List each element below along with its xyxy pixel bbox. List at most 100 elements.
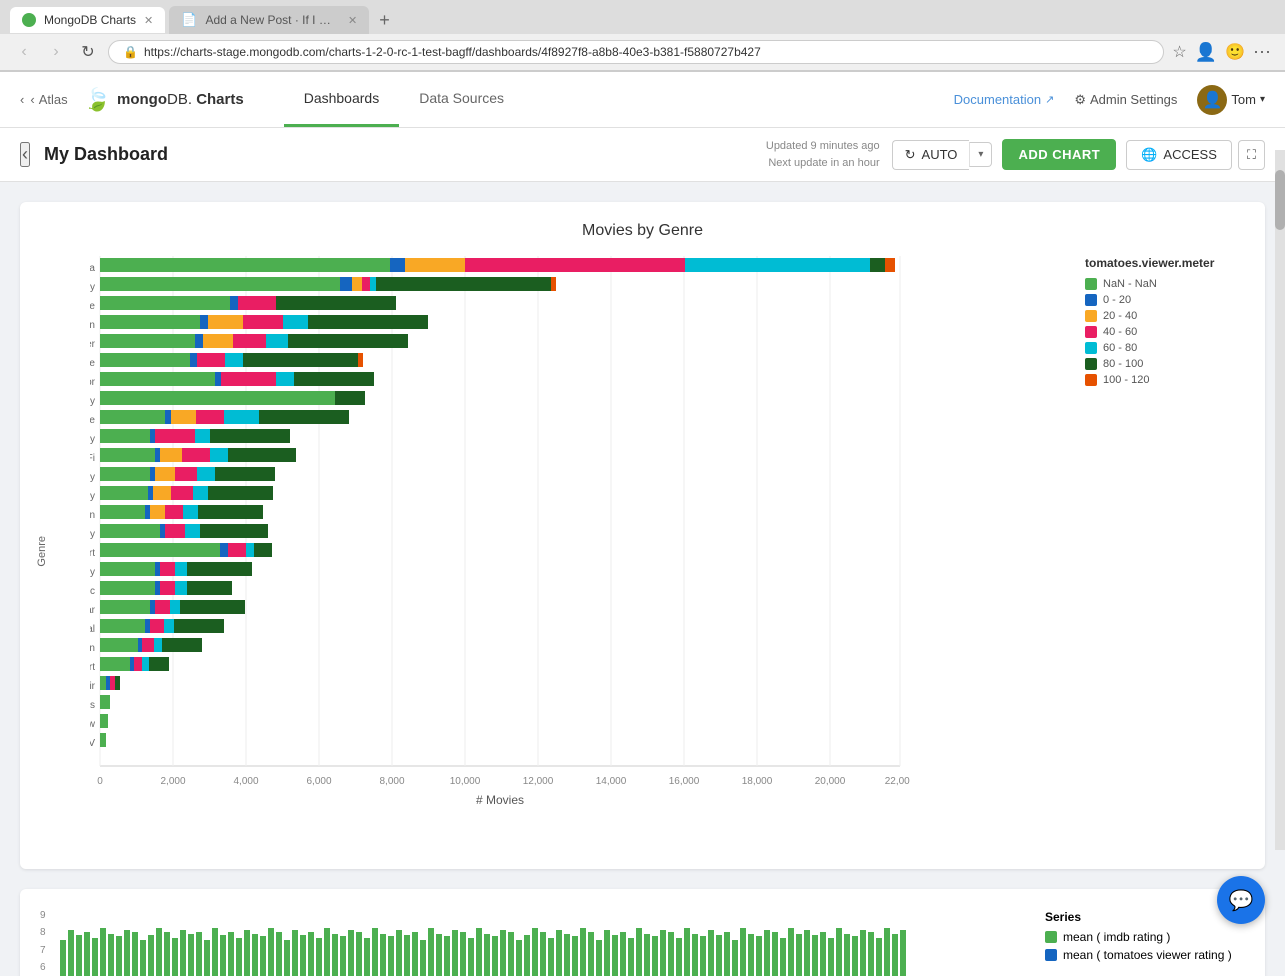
menu-icon[interactable]: ⋯ [1253, 42, 1273, 63]
forward-nav-button[interactable]: › [44, 40, 68, 64]
scrollbar-thumb[interactable] [1275, 170, 1285, 230]
legend-item-100-120: 100 - 120 [1085, 374, 1245, 386]
movies-by-genre-chart: Movies by Genre Genre 0 [20, 202, 1265, 869]
url-bar[interactable]: 🔒 https://charts-stage.mongodb.com/chart… [108, 40, 1164, 64]
svg-text:Western: Western [90, 643, 95, 654]
y-tick-9: 9 [40, 910, 46, 921]
legend-color-0-20 [1085, 294, 1097, 306]
svg-text:22,000: 22,000 [885, 776, 910, 787]
svg-text:4,000: 4,000 [233, 776, 258, 787]
svg-text:# Movies: # Movies [476, 793, 524, 807]
svg-text:12,000: 12,000 [523, 776, 554, 787]
app-header: ‹ Atlas 🍃 mongoDB. Charts Dashboards Dat… [0, 72, 1285, 128]
auto-refresh-dropdown[interactable]: ▾ [969, 142, 992, 167]
nav-tab-datasources[interactable]: Data Sources [399, 72, 524, 127]
next-update: Next update in an hour [766, 155, 880, 172]
tab-doc-icon: 📄 [181, 12, 197, 28]
back-nav-button[interactable]: ‹ [12, 40, 36, 64]
second-chart-bars: 5 6 7 8 9 [40, 905, 1025, 976]
access-button[interactable]: 🌐 ACCESS [1126, 140, 1232, 170]
external-link-icon: ↗ [1045, 93, 1054, 106]
chart-main: Genre 0 2,000 4,000 [40, 256, 1065, 849]
svg-text:Sport: Sport [90, 662, 95, 673]
logo-area: 🍃 mongoDB. Charts [84, 87, 244, 113]
documentation-link[interactable]: Documentation ↗ [954, 92, 1055, 107]
chat-button[interactable]: 💬 [1217, 876, 1265, 924]
legend-item-20-40: 20 - 40 [1085, 310, 1245, 322]
profile-icon[interactable]: 👤 [1195, 42, 1217, 63]
chart-legend: tomatoes.viewer.meter NaN - NaN 0 - 20 2… [1085, 256, 1245, 849]
svg-text:Music: Music [90, 586, 95, 597]
chat-icon: 💬 [1229, 888, 1254, 913]
legend-item-60-80: 60 - 80 [1085, 342, 1245, 354]
back-button[interactable]: ‹ [20, 142, 30, 167]
browser-chrome: MongoDB Charts ✕ 📄 Add a New Post · If I… [0, 0, 1285, 72]
dashboard-content: Movies by Genre Genre 0 [0, 182, 1285, 976]
y-tick-8: 8 [40, 927, 46, 938]
user-avatar: 👤 [1197, 85, 1227, 115]
series-item-imdb: mean ( imdb rating ) [1045, 930, 1245, 944]
svg-text:Adventure: Adventure [90, 415, 95, 426]
svg-text:History: History [90, 567, 95, 578]
svg-text:Crime: Crime [90, 358, 95, 369]
second-chart-svg [60, 910, 910, 976]
new-tab-button[interactable]: + [373, 10, 396, 31]
svg-text:Comedy: Comedy [90, 282, 95, 293]
tab-blog-label: Add a New Post · If I Only Had a [205, 13, 340, 27]
svg-text:10,000: 10,000 [450, 776, 481, 787]
tab-mongodb-charts[interactable]: MongoDB Charts ✕ [10, 7, 165, 33]
atlas-link-label: Atlas [39, 92, 68, 107]
svg-text:Fantasy: Fantasy [90, 491, 95, 502]
dashboard-title: My Dashboard [44, 144, 766, 165]
svg-text:Horror: Horror [90, 377, 96, 388]
user-area: 👤 Tom ▾ [1197, 85, 1265, 115]
svg-text:2,000: 2,000 [160, 776, 185, 787]
atlas-link[interactable]: ‹ Atlas [20, 92, 68, 107]
add-chart-button[interactable]: ADD CHART [1002, 139, 1116, 170]
y-tick-7: 7 [40, 945, 46, 956]
svg-text:6,000: 6,000 [306, 776, 331, 787]
auto-refresh-button[interactable]: ↻ AUTO [892, 140, 970, 170]
svg-text:War: War [90, 605, 96, 616]
tab-label: MongoDB Charts [44, 13, 136, 27]
svg-text:Film-Noir: Film-Noir [90, 681, 96, 692]
admin-settings-link[interactable]: ⚙ Admin Settings [1074, 92, 1177, 108]
y-axis-label: Genre [36, 536, 48, 567]
chart-area: Genre 0 2,000 4,000 [40, 256, 1245, 849]
nav-tabs: Dashboards Data Sources [284, 72, 954, 127]
lock-icon: 🔒 [123, 45, 138, 59]
tab-favicon [22, 13, 36, 27]
right-scrollbar[interactable] [1275, 150, 1285, 850]
atlas-back-icon: ‹ [30, 92, 34, 107]
series-label: Series [1045, 910, 1245, 924]
tab-blog-close[interactable]: ✕ [348, 14, 357, 27]
second-chart-y-axis: 5 6 7 8 9 [40, 910, 1025, 976]
nav-tab-dashboards[interactable]: Dashboards [284, 72, 400, 127]
emoji-icon[interactable]: 🙂 [1225, 42, 1245, 63]
update-info: Updated 9 minutes ago Next update in an … [766, 138, 880, 171]
svg-text:News: News [90, 700, 95, 711]
svg-text:14,000: 14,000 [596, 776, 627, 787]
tab-bar: MongoDB Charts ✕ 📄 Add a New Post · If I… [0, 0, 1285, 34]
user-chevron-icon[interactable]: ▾ [1260, 94, 1265, 105]
star-icon[interactable]: ☆ [1172, 42, 1186, 63]
legend-color-80-100 [1085, 358, 1097, 370]
tab-close-btn[interactable]: ✕ [144, 14, 153, 27]
legend-item-nan: NaN - NaN [1085, 278, 1245, 290]
legend-item-40-60: 40 - 60 [1085, 326, 1245, 338]
legend-title: tomatoes.viewer.meter [1085, 256, 1245, 270]
bar-chart-svg: 0 2,000 4,000 6,000 8,000 10,000 [90, 256, 910, 816]
legend-color-60-80 [1085, 342, 1097, 354]
reload-button[interactable]: ↻ [76, 40, 100, 64]
svg-text:16,000: 16,000 [669, 776, 700, 787]
auto-label: AUTO [922, 147, 958, 162]
tab-blog[interactable]: 📄 Add a New Post · If I Only Had a ✕ [169, 6, 369, 34]
svg-text:Family: Family [90, 472, 95, 483]
svg-text:Documentary: Documentary [90, 396, 95, 407]
refresh-icon: ↻ [905, 147, 916, 163]
legend-item-0-20: 0 - 20 [1085, 294, 1245, 306]
expand-button[interactable]: ⛶ [1238, 140, 1265, 170]
svg-text:Reality-TV: Reality-TV [90, 738, 95, 749]
update-time: Updated 9 minutes ago [766, 138, 880, 155]
auto-refresh-control: ↻ AUTO ▾ [892, 140, 993, 170]
